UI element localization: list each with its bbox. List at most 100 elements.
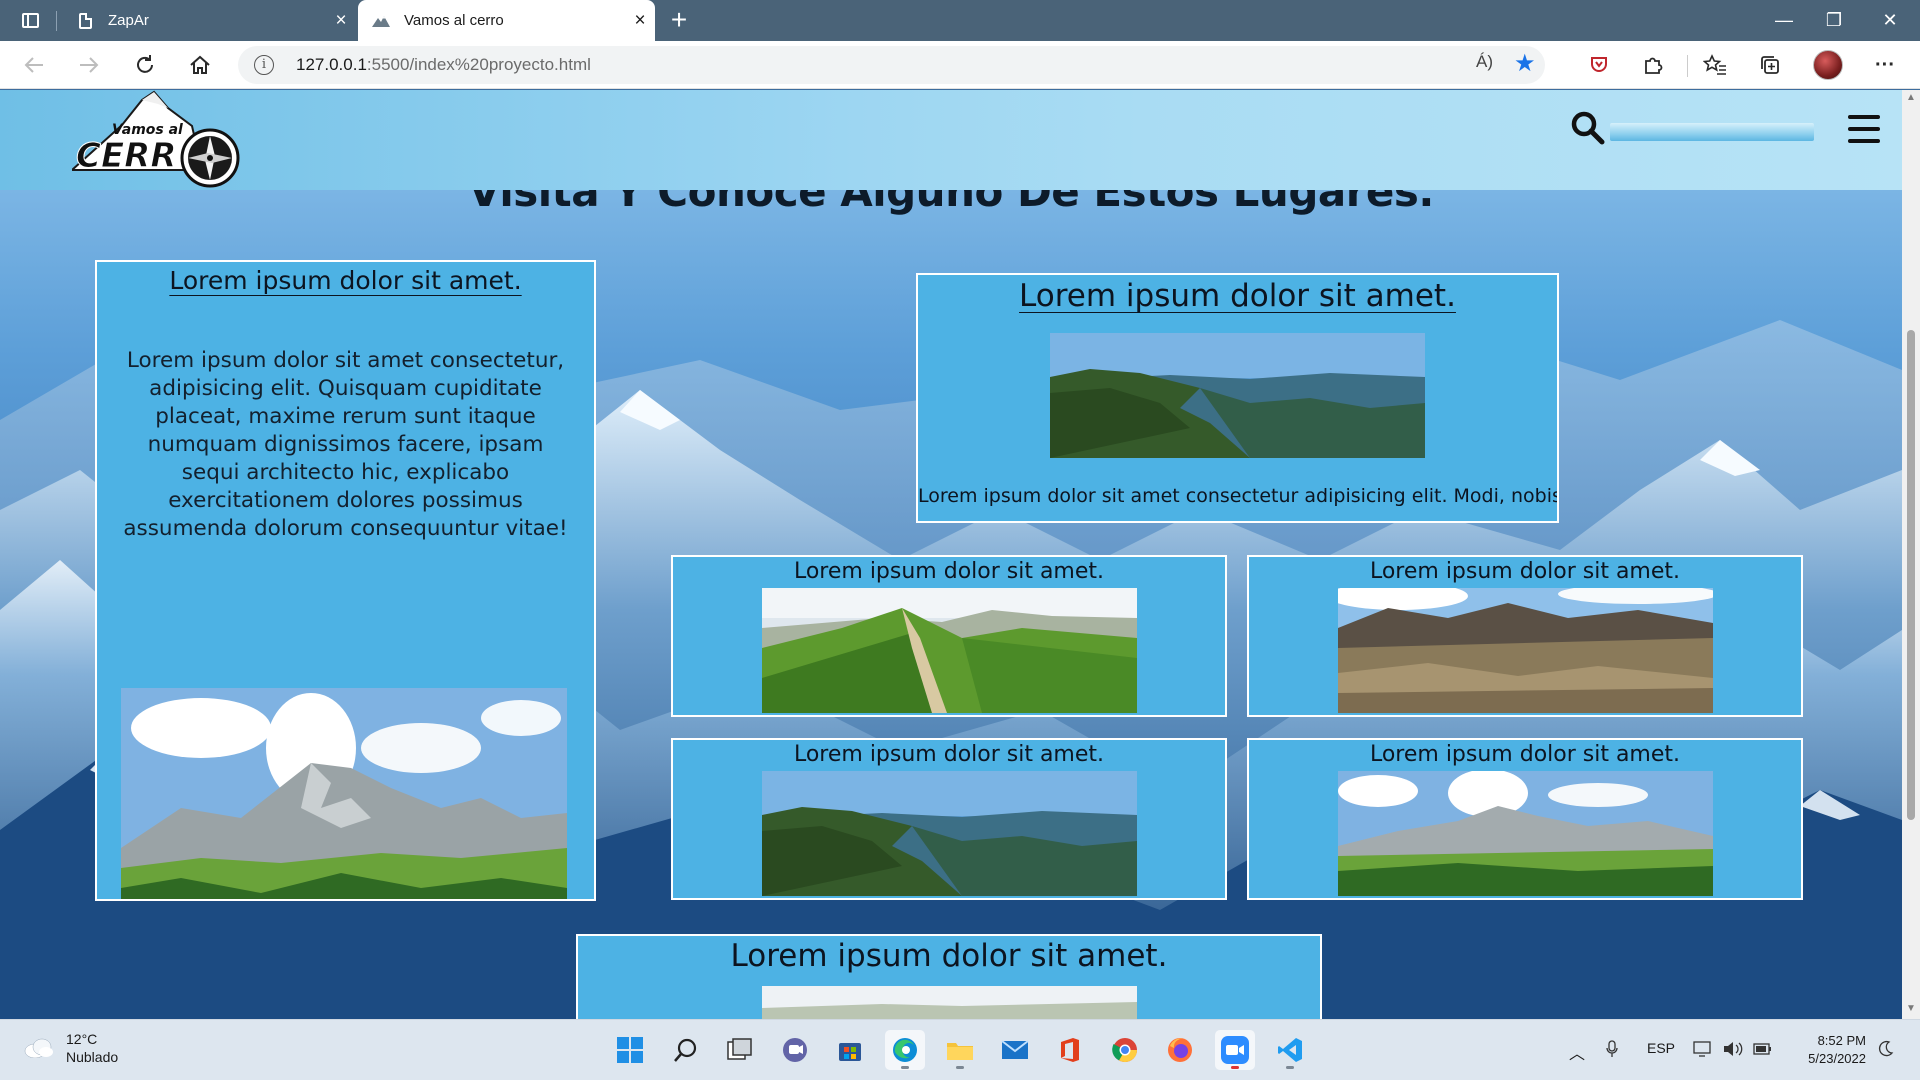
feature-card-photo bbox=[121, 688, 567, 899]
close-window-button[interactable]: ✕ bbox=[1862, 0, 1918, 41]
windows-taskbar: 12°C Nublado ︿ ESP 8:52 PM 5/23/2022 bbox=[0, 1019, 1920, 1080]
search-input[interactable] bbox=[1610, 123, 1814, 141]
taskbar-clock[interactable]: 8:52 PM 5/23/2022 bbox=[1796, 1032, 1866, 1068]
tab-vamos-al-cerro[interactable]: Vamos al cerro × bbox=[358, 0, 655, 41]
scroll-down-icon[interactable]: ▼ bbox=[1906, 1003, 1916, 1014]
tab-title: ZapAr bbox=[108, 12, 149, 29]
feature-card-body: Lorem ipsum dolor sit amet consectetur, … bbox=[123, 348, 568, 541]
tab-close-button[interactable]: × bbox=[326, 0, 356, 41]
page-scrollbar[interactable]: ▲ ▼ bbox=[1902, 90, 1920, 1019]
bottom-card: Lorem ipsum dolor sit amet. bbox=[576, 934, 1322, 1019]
grid-card-title: Lorem ipsum dolor sit amet. bbox=[1369, 559, 1681, 584]
chrome-icon bbox=[1112, 1038, 1137, 1063]
feature-card-title: Lorem ipsum dolor sit amet. bbox=[169, 266, 522, 295]
address-bar[interactable]: i 127.0.0.1:5500/index%20proyecto.html A… bbox=[238, 46, 1545, 84]
firefox-icon bbox=[1168, 1038, 1192, 1062]
forward-button[interactable] bbox=[72, 49, 106, 81]
minimize-button[interactable]: — bbox=[1756, 0, 1812, 41]
grid-card: Lorem ipsum dolor sit amet. bbox=[1247, 555, 1803, 717]
new-tab-button[interactable]: + bbox=[662, 4, 696, 36]
grid-card-title: Lorem ipsum dolor sit amet. bbox=[1369, 742, 1681, 767]
tab-actions-button[interactable] bbox=[14, 8, 46, 32]
site-logo[interactable]: Vamos al CERR bbox=[72, 90, 242, 188]
zoom-button[interactable] bbox=[1215, 1030, 1255, 1070]
more-options-button[interactable]: ··· bbox=[1868, 49, 1902, 81]
document-icon bbox=[76, 11, 94, 31]
tab-close-button[interactable]: × bbox=[625, 0, 655, 41]
extension-shield-button[interactable] bbox=[1582, 49, 1616, 81]
collections-button[interactable] bbox=[1753, 49, 1787, 81]
grid-card-photo bbox=[762, 771, 1137, 896]
grid-card-photo bbox=[1338, 588, 1713, 713]
favorites-button[interactable] bbox=[1698, 49, 1732, 81]
start-button[interactable] bbox=[610, 1030, 650, 1070]
file-explorer-button[interactable] bbox=[940, 1030, 980, 1070]
grid-card-photo bbox=[1338, 771, 1713, 896]
folder-icon bbox=[947, 1043, 973, 1060]
top-card-caption: Lorem ipsum dolor sit amet consectetur a… bbox=[918, 485, 1559, 507]
shield-icon bbox=[1591, 57, 1607, 72]
network-icon[interactable] bbox=[1693, 1040, 1715, 1061]
task-view-button[interactable] bbox=[720, 1030, 760, 1070]
teams-chat-button[interactable] bbox=[775, 1030, 815, 1070]
feature-card: Lorem ipsum dolor sit amet. Lorem ipsum … bbox=[95, 260, 596, 901]
tab-actions-icon bbox=[21, 12, 39, 28]
firefox-button[interactable] bbox=[1160, 1030, 1200, 1070]
back-button[interactable] bbox=[17, 49, 51, 81]
weather-condition: Nublado bbox=[66, 1049, 119, 1065]
microphone-icon[interactable] bbox=[1606, 1040, 1618, 1061]
read-aloud-icon[interactable]: Á) bbox=[1476, 52, 1493, 72]
task-view-icon bbox=[727, 1038, 752, 1060]
grid-card-title: Lorem ipsum dolor sit amet. bbox=[793, 742, 1105, 767]
vscode-button[interactable] bbox=[1270, 1030, 1310, 1070]
browser-toolbar: i 127.0.0.1:5500/index%20proyecto.html A… bbox=[0, 41, 1920, 89]
puzzle-icon bbox=[1645, 57, 1663, 74]
arrow-left-icon bbox=[24, 57, 43, 73]
chat-icon bbox=[783, 1038, 807, 1062]
top-card-title: Lorem ipsum dolor sit amet. bbox=[1019, 278, 1456, 314]
weather-widget[interactable]: 12°C Nublado bbox=[24, 1030, 118, 1066]
scroll-up-icon[interactable]: ▲ bbox=[1906, 92, 1916, 103]
clock-date: 5/23/2022 bbox=[1808, 1051, 1866, 1066]
scroll-thumb[interactable] bbox=[1907, 330, 1915, 820]
collections-icon bbox=[1761, 56, 1779, 74]
mail-button[interactable] bbox=[995, 1030, 1035, 1070]
menu-hamburger-icon[interactable] bbox=[1848, 115, 1880, 143]
windows-logo-icon bbox=[617, 1037, 643, 1063]
office-button[interactable] bbox=[1050, 1030, 1090, 1070]
grid-card: Lorem ipsum dolor sit amet. bbox=[671, 738, 1227, 900]
show-hidden-icons-chevron-icon[interactable]: ︿ bbox=[1569, 1040, 1585, 1064]
refresh-button[interactable] bbox=[128, 49, 162, 81]
grid-card-title: Lorem ipsum dolor sit amet. bbox=[793, 559, 1105, 584]
vscode-icon bbox=[1278, 1038, 1302, 1062]
weather-temperature: 12°C bbox=[66, 1031, 98, 1047]
arrow-right-icon bbox=[80, 57, 99, 73]
search-icon[interactable] bbox=[1570, 110, 1606, 146]
cloud-icon bbox=[24, 1038, 54, 1059]
volume-icon[interactable] bbox=[1722, 1040, 1744, 1061]
tab-zapar[interactable]: ZapAr × bbox=[62, 0, 356, 41]
search-taskbar-button[interactable] bbox=[666, 1030, 706, 1070]
profile-avatar[interactable] bbox=[1813, 50, 1843, 80]
mail-icon bbox=[1001, 1040, 1029, 1059]
home-button[interactable] bbox=[183, 49, 217, 81]
clock-time: 8:52 PM bbox=[1817, 1033, 1866, 1048]
grid-card: Lorem ipsum dolor sit amet. bbox=[1247, 738, 1803, 900]
favorites-list-icon bbox=[1703, 54, 1726, 75]
input-language[interactable]: ESP bbox=[1647, 1040, 1675, 1056]
url-text[interactable]: 127.0.0.1:5500/index%20proyecto.html bbox=[296, 55, 591, 75]
toolbar-divider bbox=[1687, 55, 1688, 77]
edge-button[interactable] bbox=[885, 1030, 925, 1070]
store-button[interactable] bbox=[830, 1030, 870, 1070]
refresh-icon bbox=[137, 55, 153, 73]
chrome-button[interactable] bbox=[1105, 1030, 1145, 1070]
favorite-star-icon[interactable]: ★ bbox=[1514, 49, 1536, 78]
top-card-photo bbox=[1050, 333, 1425, 458]
site-info-icon[interactable]: i bbox=[254, 55, 274, 75]
battery-icon[interactable] bbox=[1752, 1040, 1774, 1061]
logo-main-text: CERR bbox=[76, 136, 177, 176]
notifications-moon-icon[interactable] bbox=[1878, 1040, 1894, 1061]
restore-button[interactable]: ❐ bbox=[1806, 0, 1862, 41]
extensions-button[interactable] bbox=[1636, 49, 1670, 81]
search-icon bbox=[674, 1038, 697, 1062]
